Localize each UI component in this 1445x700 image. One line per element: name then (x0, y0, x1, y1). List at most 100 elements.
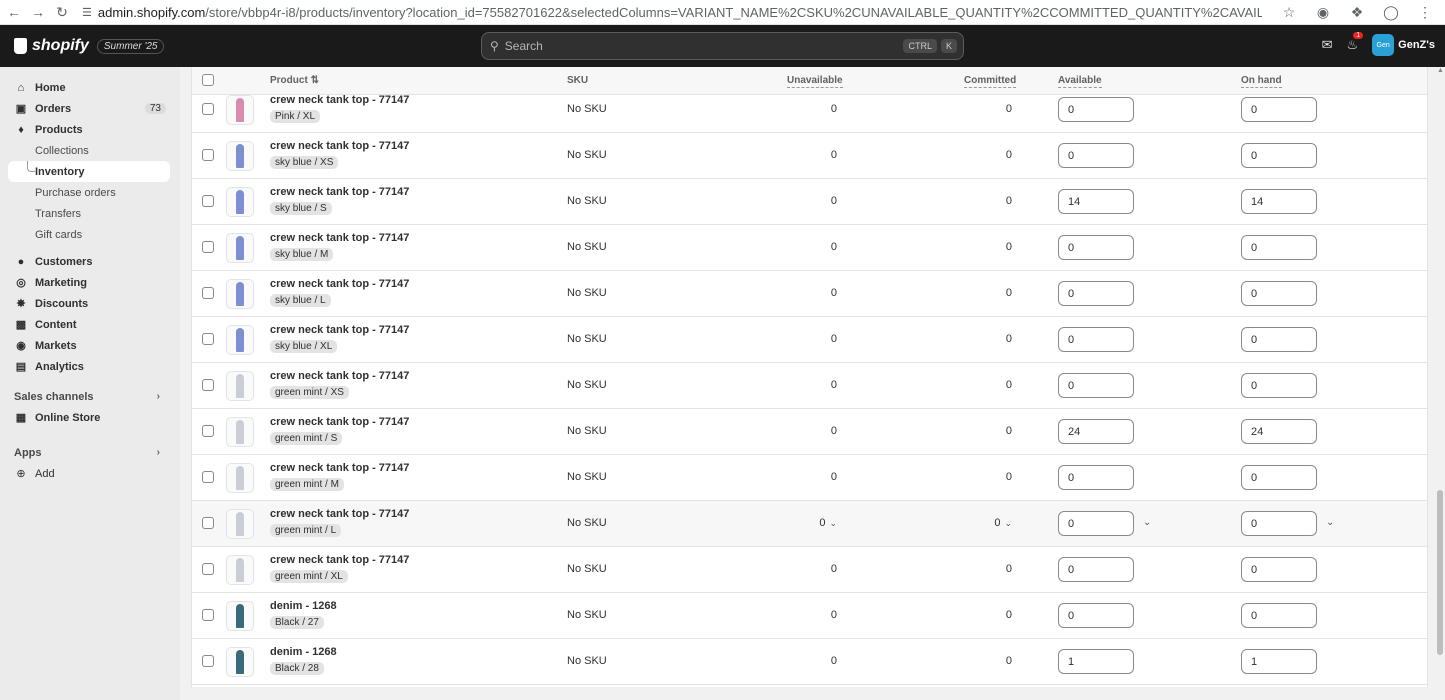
table-row[interactable]: crew neck tank top - 77147 green mint / X… (192, 547, 1427, 593)
row-checkbox[interactable] (202, 241, 214, 253)
on-hand-quantity-input[interactable] (1241, 97, 1317, 122)
sidebar-item-inventory[interactable]: Inventory (8, 161, 170, 182)
table-row[interactable]: crew neck tank top - 77147 sky blue / XS N… (192, 133, 1427, 179)
on-hand-quantity-input[interactable] (1241, 649, 1317, 674)
table-row[interactable]: denim - 1268 Black / 28 No SKU 0 0 (192, 639, 1427, 685)
chevron-down-icon[interactable]: ⌄ (1143, 517, 1151, 528)
menu-icon[interactable]: ⋮ (1415, 2, 1435, 22)
table-row[interactable]: crew neck tank top - 77147 green mint / M… (192, 455, 1427, 501)
forward-icon[interactable]: → (28, 2, 48, 22)
extensions-icon[interactable]: ❖ (1347, 2, 1367, 22)
product-thumbnail[interactable] (226, 95, 254, 125)
product-name[interactable]: denim - 1268 (270, 600, 337, 612)
sidebar-item-content[interactable]: ▩ Content (0, 314, 180, 335)
product-thumbnail[interactable] (226, 325, 254, 355)
apps-header[interactable]: Apps › (0, 442, 180, 463)
product-name[interactable]: crew neck tank top - 77147 (270, 554, 409, 566)
chevron-down-icon[interactable]: ⌄ (1326, 517, 1334, 528)
product-thumbnail[interactable] (226, 463, 254, 493)
on-hand-quantity-input[interactable] (1241, 143, 1317, 168)
on-hand-quantity-input[interactable] (1241, 557, 1317, 582)
page-scrollbar[interactable] (1437, 490, 1443, 655)
available-quantity-input[interactable] (1058, 649, 1134, 674)
available-quantity-input[interactable] (1058, 235, 1134, 260)
table-row[interactable]: crew neck tank top - 77147 sky blue / XL N… (192, 317, 1427, 363)
available-quantity-input[interactable] (1058, 327, 1134, 352)
product-thumbnail[interactable] (226, 187, 254, 217)
on-hand-quantity-input[interactable] (1241, 419, 1317, 444)
row-checkbox[interactable] (202, 655, 214, 667)
row-checkbox[interactable] (202, 609, 214, 621)
on-hand-quantity-input[interactable] (1241, 281, 1317, 306)
product-thumbnail[interactable] (226, 647, 254, 677)
product-name[interactable]: crew neck tank top - 77147 (270, 462, 409, 474)
available-quantity-input[interactable] (1058, 281, 1134, 306)
sidebar-item-add[interactable]: ⊕ Add (0, 463, 180, 484)
product-name[interactable]: crew neck tank top - 77147 (270, 278, 409, 290)
row-checkbox[interactable] (202, 563, 214, 575)
product-thumbnail[interactable] (226, 509, 254, 539)
sidebar-item-analytics[interactable]: ▤ Analytics (0, 356, 180, 377)
store-menu[interactable]: Gen GenZ's (1372, 34, 1435, 56)
on-hand-quantity-input[interactable] (1241, 189, 1317, 214)
product-name[interactable]: denim - 1268 (270, 646, 337, 658)
product-name[interactable]: crew neck tank top - 77147 (270, 140, 409, 152)
row-checkbox[interactable] (202, 195, 214, 207)
product-thumbnail[interactable] (226, 555, 254, 585)
table-row[interactable]: crew neck tank top - 77147 green mint / X… (192, 363, 1427, 409)
product-name[interactable]: crew neck tank top - 77147 (270, 232, 409, 244)
unavailable-value[interactable]: 0 ⌄ (797, 517, 837, 529)
inbox-icon[interactable]: ✉ (1322, 37, 1333, 53)
sidebar-item-marketing[interactable]: ◎ Marketing (0, 272, 180, 293)
column-header-available[interactable]: Available (1058, 75, 1102, 88)
available-quantity-input[interactable] (1058, 373, 1134, 398)
table-row[interactable]: denim - 1268 Black / 27 No SKU 0 0 (192, 593, 1427, 639)
row-checkbox[interactable] (202, 103, 214, 115)
account-icon[interactable]: ◯ (1381, 2, 1401, 22)
column-header-sku[interactable]: SKU (567, 75, 588, 86)
back-icon[interactable]: ← (4, 2, 24, 22)
table-row[interactable]: crew neck tank top - 77147 sky blue / M No… (192, 225, 1427, 271)
on-hand-quantity-input[interactable] (1241, 511, 1317, 536)
sidebar-item-transfers[interactable]: Transfers (0, 203, 180, 224)
site-info-icon[interactable]: ☰ (82, 6, 92, 19)
row-checkbox[interactable] (202, 379, 214, 391)
sidebar-item-discounts[interactable]: ✸ Discounts (0, 293, 180, 314)
product-thumbnail[interactable] (226, 371, 254, 401)
table-row[interactable]: crew neck tank top - 77147 green mint / L… (192, 501, 1427, 547)
product-thumbnail[interactable] (226, 417, 254, 447)
row-checkbox[interactable] (202, 333, 214, 345)
on-hand-quantity-input[interactable] (1241, 327, 1317, 352)
sidebar-item-customers[interactable]: ● Customers (0, 251, 180, 272)
available-quantity-input[interactable] (1058, 465, 1134, 490)
sidebar-item-orders[interactable]: ▣ Orders 73 (0, 98, 180, 119)
address-bar[interactable]: ☰ admin.shopify.com/store/vbbp4r-i8/prod… (82, 5, 1262, 20)
row-checkbox[interactable] (202, 287, 214, 299)
select-all-checkbox[interactable] (202, 74, 214, 86)
on-hand-quantity-input[interactable] (1241, 373, 1317, 398)
sidebar-item-gift-cards[interactable]: Gift cards (0, 224, 180, 245)
table-row[interactable]: crew neck tank top - 77147 sky blue / S No… (192, 179, 1427, 225)
available-quantity-input[interactable] (1058, 419, 1134, 444)
available-quantity-input[interactable] (1058, 97, 1134, 122)
product-name[interactable]: crew neck tank top - 77147 (270, 94, 409, 106)
sidebar-item-collections[interactable]: Collections (0, 140, 180, 161)
table-row[interactable]: crew neck tank top - 77147 sky blue / L No… (192, 271, 1427, 317)
product-name[interactable]: crew neck tank top - 77147 (270, 416, 409, 428)
on-hand-quantity-input[interactable] (1241, 465, 1317, 490)
column-header-unavailable[interactable]: Unavailable (787, 75, 843, 88)
sidebar-item-products[interactable]: ♦ Products (0, 119, 180, 140)
available-quantity-input[interactable] (1058, 603, 1134, 628)
product-name[interactable]: crew neck tank top - 77147 (270, 186, 409, 198)
row-checkbox[interactable] (202, 471, 214, 483)
available-quantity-input[interactable] (1058, 557, 1134, 582)
row-checkbox[interactable] (202, 149, 214, 161)
on-hand-quantity-input[interactable] (1241, 603, 1317, 628)
row-checkbox[interactable] (202, 425, 214, 437)
product-name[interactable]: crew neck tank top - 77147 (270, 370, 409, 382)
reload-icon[interactable]: ↻ (52, 2, 72, 22)
scroll-up-icon[interactable]: ▲ (1437, 67, 1444, 74)
bookmark-star-icon[interactable]: ☆ (1279, 2, 1299, 22)
notifications-button[interactable]: ♨ 1 (1346, 32, 1364, 53)
on-hand-quantity-input[interactable] (1241, 235, 1317, 260)
